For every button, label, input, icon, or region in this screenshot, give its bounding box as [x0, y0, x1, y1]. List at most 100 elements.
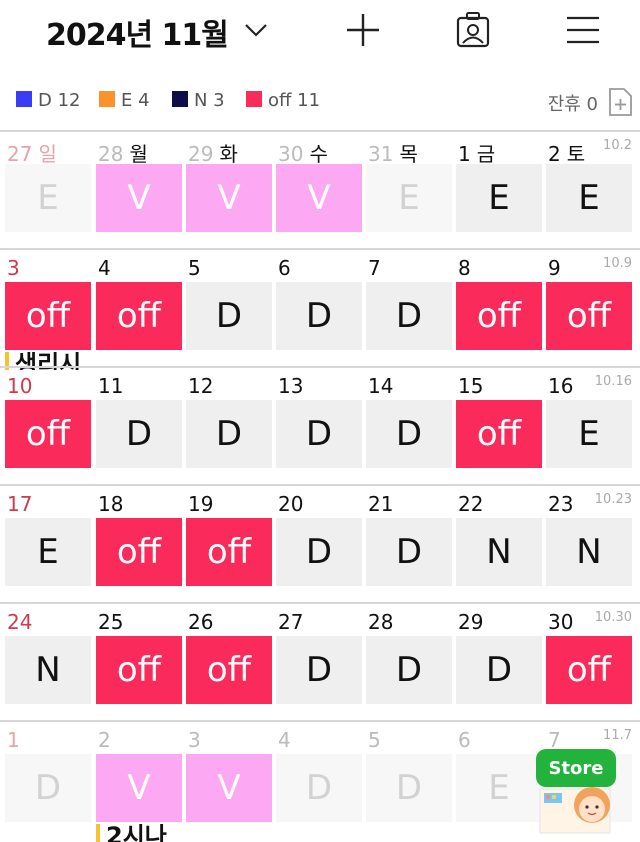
shift-cell[interactable]: V: [186, 164, 272, 232]
shift-cell[interactable]: D: [366, 400, 452, 468]
day-number-value: 1: [7, 728, 20, 752]
profile-card-icon[interactable]: [453, 10, 493, 50]
day-number-value: 1: [458, 142, 471, 166]
shift-cell[interactable]: D: [276, 400, 362, 468]
day-number: 21: [368, 492, 393, 516]
day-number-value: 24: [7, 610, 33, 634]
shift-cell[interactable]: D: [276, 754, 362, 822]
week-label: 10.23: [594, 492, 632, 507]
day-number-value: 6: [458, 728, 471, 752]
shift-cell[interactable]: off: [96, 636, 182, 704]
store-button[interactable]: Store: [532, 745, 622, 835]
shift-cell[interactable]: off: [5, 282, 91, 350]
day-number-value: 25: [98, 610, 124, 634]
day-number-value: 13: [278, 374, 304, 398]
day-number-value: 5: [188, 256, 201, 280]
shift-cell[interactable]: D: [366, 518, 452, 586]
shift-cell[interactable]: off: [456, 400, 542, 468]
chevron-down-icon[interactable]: [244, 20, 268, 40]
shift-cell[interactable]: E: [5, 164, 91, 232]
legend-item-d: D 12: [16, 90, 81, 112]
day-number: 20: [278, 492, 303, 516]
legend-label: N 3: [194, 90, 225, 111]
legend-swatch: [172, 91, 188, 107]
day-number: 4: [278, 728, 291, 752]
day-number: 6: [458, 728, 471, 752]
week-label: 10.30: [594, 610, 632, 625]
shift-cell[interactable]: D: [366, 282, 452, 350]
day-number: 11: [98, 374, 123, 398]
shift-cell[interactable]: D: [276, 636, 362, 704]
day-of-week: 토: [566, 142, 586, 166]
day-of-week: 금: [476, 142, 496, 166]
day-number: 27 일: [7, 138, 57, 167]
shift-cell[interactable]: D: [276, 518, 362, 586]
day-number-value: 14: [368, 374, 394, 398]
day-number: 26: [188, 610, 213, 634]
day-number-value: 3: [188, 728, 201, 752]
menu-icon[interactable]: [563, 10, 603, 50]
day-number: 24: [7, 610, 32, 634]
shift-cell[interactable]: off: [5, 400, 91, 468]
day-number: 16: [548, 374, 573, 398]
day-number-value: 10: [7, 374, 33, 398]
legend-item-off: off 11: [246, 90, 320, 112]
day-number-value: 29: [458, 610, 484, 634]
shift-cell[interactable]: D: [366, 754, 452, 822]
shift-cell[interactable]: N: [546, 518, 632, 586]
calendar-week: 10.9 3 off 4 off 5 D 6 D 7 D 8 off 9 off 생리시: [0, 248, 640, 370]
shift-cell[interactable]: N: [5, 636, 91, 704]
shift-cell[interactable]: V: [96, 754, 182, 822]
shift-cell[interactable]: off: [546, 636, 632, 704]
day-number-value: 20: [278, 492, 304, 516]
day-number: 6: [278, 256, 291, 280]
shift-cell[interactable]: D: [96, 400, 182, 468]
day-of-week: 수: [309, 142, 328, 166]
day-number: 15: [458, 374, 483, 398]
shift-cell[interactable]: D: [186, 400, 272, 468]
shift-cell[interactable]: off: [546, 282, 632, 350]
day-of-week: 월: [129, 142, 148, 166]
shift-cell[interactable]: off: [456, 282, 542, 350]
shift-cell[interactable]: E: [366, 164, 452, 232]
month-title[interactable]: 2024년 11월: [46, 10, 229, 54]
legend-item-e: E 4: [99, 90, 150, 112]
legend-swatch: [16, 91, 32, 107]
shift-cell[interactable]: off: [186, 636, 272, 704]
legend-label: E 4: [121, 90, 150, 111]
day-number-value: 11: [98, 374, 124, 398]
day-number: 13: [278, 374, 303, 398]
day-number: 25: [98, 610, 123, 634]
shift-cell[interactable]: N: [456, 518, 542, 586]
shift-cell[interactable]: E: [5, 518, 91, 586]
day-of-week: 일: [38, 142, 57, 166]
shift-cell[interactable]: D: [276, 282, 362, 350]
plus-icon[interactable]: [343, 10, 383, 50]
day-number-value: 30: [278, 142, 304, 166]
day-number: 4: [98, 256, 111, 280]
day-number-value: 29: [188, 142, 214, 166]
shift-cell[interactable]: D: [186, 282, 272, 350]
calendar-week: 10.2 27 일 E 28 월 V 29 화 V 30 수 V 31 목 E 1 금 E 2 토 E: [0, 130, 640, 250]
shift-cell[interactable]: D: [456, 636, 542, 704]
shift-cell[interactable]: E: [456, 754, 542, 822]
shift-cell[interactable]: E: [456, 164, 542, 232]
add-leave-icon[interactable]: [604, 86, 636, 118]
day-number: 2토: [548, 138, 585, 167]
day-number-value: 15: [458, 374, 484, 398]
day-number-value: 31: [368, 142, 394, 166]
shift-cell[interactable]: off: [96, 282, 182, 350]
shift-cell[interactable]: off: [186, 518, 272, 586]
shift-cell[interactable]: E: [546, 164, 632, 232]
shift-cell[interactable]: D: [5, 754, 91, 822]
shift-cell[interactable]: D: [366, 636, 452, 704]
shift-cell[interactable]: V: [186, 754, 272, 822]
day-number: 1: [7, 728, 20, 752]
day-number: 31 목: [368, 138, 418, 167]
day-number: 17: [7, 492, 32, 516]
shift-cell[interactable]: E: [546, 400, 632, 468]
shift-cell[interactable]: V: [96, 164, 182, 232]
week-label: 11.7: [603, 728, 632, 743]
shift-cell[interactable]: V: [276, 164, 362, 232]
shift-cell[interactable]: off: [96, 518, 182, 586]
